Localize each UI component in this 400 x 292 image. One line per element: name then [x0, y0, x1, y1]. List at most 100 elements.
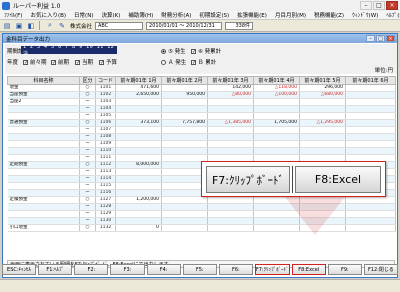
table-cell[interactable] — [253, 105, 300, 113]
table-cell[interactable] — [345, 203, 396, 211]
table-cell[interactable] — [161, 203, 208, 211]
table-cell[interactable]: 8,000,000 — [115, 161, 162, 169]
table-cell[interactable]: 1129 — [95, 210, 116, 218]
table-cell[interactable] — [7, 203, 80, 211]
fkey-button-8[interactable]: F8:Excel — [291, 264, 326, 275]
table-cell[interactable] — [207, 140, 254, 148]
fkey-button-10[interactable]: F12:閉じる — [363, 264, 398, 275]
table-cell[interactable] — [253, 140, 300, 148]
table-cell[interactable] — [345, 140, 396, 148]
table-cell[interactable] — [299, 147, 346, 155]
column-header[interactable]: 前々期01年 5月 — [299, 76, 346, 85]
table-cell[interactable] — [115, 203, 162, 211]
table-cell[interactable] — [207, 217, 254, 225]
table-cell[interactable] — [161, 217, 208, 225]
table-cell[interactable]: ー — [79, 133, 96, 141]
table-cell[interactable] — [207, 133, 254, 141]
table-cell[interactable]: 1102 — [95, 91, 116, 99]
table-cell[interactable] — [115, 189, 162, 197]
menu-item-11[interactable]: ﾍﾙﾌﾟ(H) — [382, 11, 400, 19]
table-cell[interactable]: △1,295,000 — [299, 119, 346, 127]
menu-item-7[interactable]: 拡張機能(E) — [233, 11, 271, 19]
minimize-icon[interactable]: – — [360, 1, 372, 10]
year-option-2[interactable]: ✓ 前期 — [51, 58, 69, 66]
table-cell[interactable] — [299, 126, 346, 134]
table-cell[interactable]: ー — [79, 147, 96, 155]
table-cell[interactable]: 2,650,000 — [115, 91, 162, 99]
table-cell[interactable] — [345, 112, 396, 120]
maximize-icon[interactable]: □ — [373, 1, 385, 10]
table-cell[interactable] — [115, 168, 162, 176]
table-cell[interactable]: △100,000 — [253, 91, 300, 99]
table-cell[interactable] — [207, 147, 254, 155]
table-cell[interactable]: 7,757,800 — [161, 119, 208, 127]
table-cell[interactable] — [345, 196, 396, 204]
menu-item-5[interactable]: 財務分析(A) — [157, 11, 195, 19]
table-cell[interactable]: 当座預金 — [7, 91, 80, 99]
table-cell[interactable] — [207, 224, 254, 232]
table-cell[interactable] — [7, 133, 80, 141]
table-cell[interactable]: ー — [79, 98, 96, 106]
table-cell[interactable]: △118,000 — [253, 84, 300, 92]
table-cell[interactable] — [345, 84, 396, 92]
check-hasseiruikei[interactable]: ✓ ⑥ 発累計 — [191, 47, 221, 55]
table-cell[interactable] — [7, 126, 80, 134]
table-cell[interactable]: 1108 — [95, 133, 116, 141]
table-cell[interactable] — [115, 98, 162, 106]
table-cell[interactable] — [7, 182, 80, 190]
table-cell[interactable] — [299, 133, 346, 141]
table-row[interactable]: 当座2 ー 1103 — [7, 98, 396, 106]
table-cell[interactable]: 1110 — [95, 147, 116, 155]
table-cell[interactable] — [207, 112, 254, 120]
table-cell[interactable]: 1112 — [95, 161, 116, 169]
table-cell[interactable]: ー — [79, 126, 96, 134]
table-cell[interactable] — [299, 112, 346, 120]
table-cell[interactable] — [345, 98, 396, 106]
year-option-4[interactable]: ✓ 予算 — [99, 58, 117, 66]
table-cell[interactable]: 1101 — [95, 84, 116, 92]
table-cell[interactable]: ○ — [79, 84, 96, 92]
fkey-button-6[interactable]: F6: — [218, 264, 253, 275]
menu-item-1[interactable]: お気に入り(B) — [26, 11, 70, 19]
column-header[interactable]: 前々期01年 3月 — [207, 76, 254, 85]
table-cell[interactable] — [7, 189, 80, 197]
menu-item-9[interactable]: 税務機能(Z) — [310, 11, 348, 19]
table-cell[interactable]: ー — [79, 182, 96, 190]
search-icon[interactable]: ⌕ — [45, 21, 55, 30]
sub-minimize-icon[interactable]: – — [366, 35, 375, 42]
radio-hassei[interactable]: ⑤ 発生 — [161, 47, 186, 55]
table-cell[interactable] — [345, 147, 396, 155]
table-cell[interactable] — [7, 112, 80, 120]
open-icon[interactable]: ▣ — [14, 21, 24, 30]
table-cell[interactable] — [345, 210, 396, 218]
table-cell[interactable] — [115, 147, 162, 155]
period-selector[interactable]: 1 2 3 4 5 6 7 8 9 10 11 12 決 — [21, 44, 117, 57]
table-cell[interactable] — [161, 147, 208, 155]
table-cell[interactable] — [299, 105, 346, 113]
table-cell[interactable]: 定積預金 — [7, 196, 80, 204]
table-cell[interactable]: 1127 — [95, 196, 116, 204]
table-row[interactable]: ー 1109 — [7, 140, 396, 148]
table-cell[interactable] — [161, 133, 208, 141]
fkey-button-7[interactable]: F7:ｸﾘｯﾌﾟﾎﾞｰﾄﾞ — [254, 264, 290, 275]
table-cell[interactable] — [299, 140, 346, 148]
table-cell[interactable] — [115, 112, 162, 120]
table-cell[interactable] — [345, 217, 396, 225]
table-cell[interactable]: 1109 — [95, 140, 116, 148]
fkey-button-2[interactable]: F2: — [74, 264, 109, 275]
year-option-1[interactable]: ✓ 前々期 — [23, 58, 47, 66]
table-cell[interactable]: ー — [79, 112, 96, 120]
table-row[interactable]: ー 1107 — [7, 126, 396, 134]
table-cell[interactable]: 1141 — [95, 231, 116, 232]
table-cell[interactable]: ○ — [79, 161, 96, 169]
table-row[interactable]: ー 1110 — [7, 147, 396, 155]
table-cell[interactable] — [115, 210, 162, 218]
menu-item-3[interactable]: 決算(K) — [97, 11, 124, 19]
table-cell[interactable] — [207, 210, 254, 218]
table-cell[interactable]: 950,000 — [161, 91, 208, 99]
table-cell[interactable] — [253, 98, 300, 106]
table-cell[interactable] — [345, 119, 396, 127]
table-cell[interactable]: 373,100 — [115, 119, 162, 127]
column-header[interactable]: 前々期01年 4月 — [253, 76, 300, 85]
table-cell[interactable]: 1113 — [95, 168, 116, 176]
